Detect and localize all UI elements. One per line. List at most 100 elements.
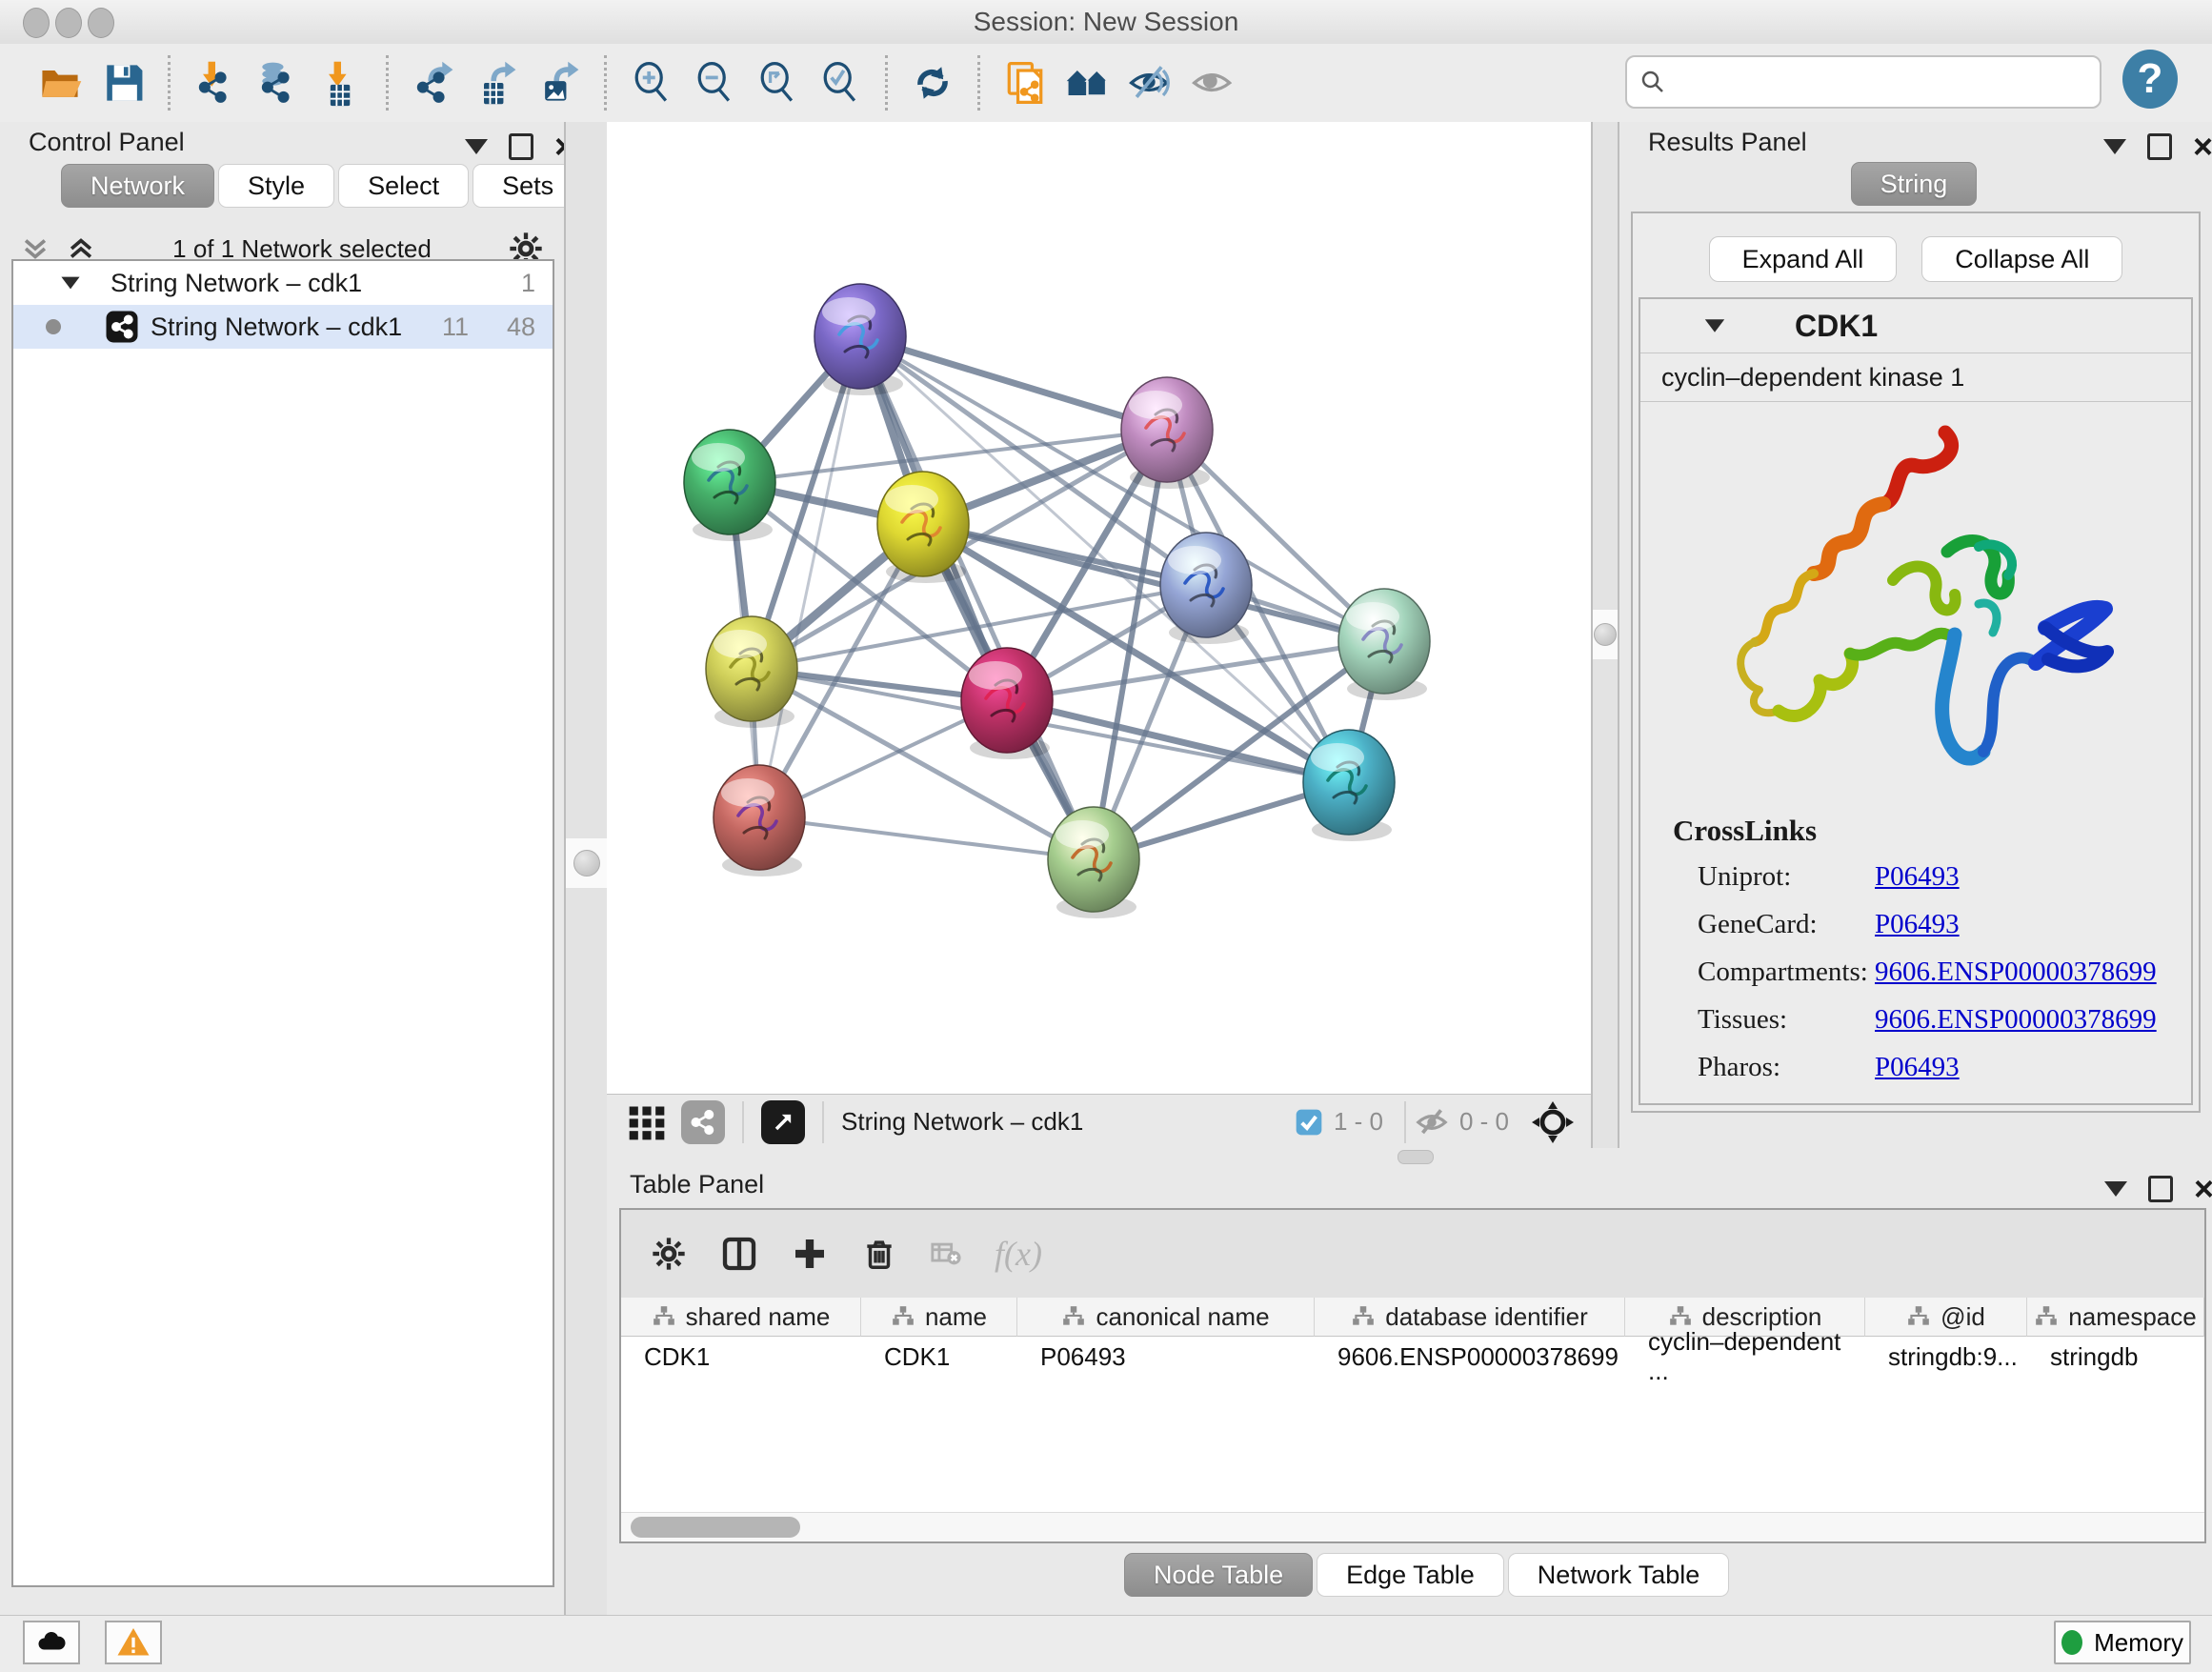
- float-panel-icon[interactable]: [2147, 133, 2172, 160]
- collapse-panel-icon[interactable]: [465, 139, 488, 154]
- help-button[interactable]: ?: [2122, 50, 2178, 109]
- node-result-name: CDK1: [1795, 309, 1878, 344]
- network-edge[interactable]: [759, 336, 860, 817]
- import-network-database-button[interactable]: [247, 52, 310, 113]
- warning-icon: [116, 1625, 151, 1660]
- crosslink-value-link[interactable]: P06493: [1875, 861, 1960, 893]
- table-cell[interactable]: CDK1: [621, 1337, 861, 1377]
- collapse-panel-icon[interactable]: [2103, 139, 2126, 154]
- column-header[interactable]: database identifier: [1315, 1298, 1625, 1337]
- network-edge[interactable]: [860, 336, 1094, 859]
- tab-network[interactable]: Network: [61, 164, 214, 208]
- zoom-fit-button[interactable]: [746, 52, 809, 113]
- crosshair-navigate-icon[interactable]: [1530, 1099, 1576, 1145]
- column-header[interactable]: @id: [1865, 1298, 2027, 1337]
- tab-style[interactable]: Style: [218, 164, 334, 208]
- show-columns-icon[interactable]: [720, 1235, 758, 1273]
- memory-button[interactable]: Memory: [2054, 1621, 2191, 1664]
- network-node-ccnb1[interactable]: [706, 616, 797, 728]
- add-column-icon[interactable]: [791, 1235, 829, 1273]
- splitter-handle[interactable]: [573, 850, 600, 876]
- left-splitter[interactable]: [564, 122, 609, 1615]
- export-image-button[interactable]: [528, 52, 591, 113]
- tab-edge-table[interactable]: Edge Table: [1317, 1553, 1504, 1597]
- share-network-icon[interactable]: [681, 1100, 725, 1144]
- collapse-entry-icon[interactable]: [1705, 319, 1724, 332]
- network-node-hist1h1a[interactable]: [714, 765, 805, 876]
- column-header[interactable]: canonical name: [1017, 1298, 1315, 1337]
- string-app-icon: [105, 310, 139, 344]
- table-row[interactable]: CDK1CDK1P064939606.ENSP00000378699cyclin…: [621, 1337, 2204, 1377]
- network-node-cdk1[interactable]: [877, 472, 969, 583]
- float-panel-icon[interactable]: [2148, 1176, 2173, 1202]
- network-node-rb1[interactable]: [1338, 589, 1430, 700]
- close-panel-icon[interactable]: ×: [2193, 137, 2212, 156]
- crosslink-value-link[interactable]: P06493: [1875, 909, 1960, 940]
- table-cell[interactable]: stringdb: [2027, 1337, 2204, 1377]
- open-session-button[interactable]: [29, 52, 91, 113]
- save-session-button[interactable]: [91, 52, 154, 113]
- network-node-cdkn1a[interactable]: [1303, 730, 1395, 841]
- network-node-ccna1[interactable]: [1121, 377, 1213, 489]
- tree-expand-icon[interactable]: [61, 277, 79, 290]
- zoom-out-button[interactable]: [683, 52, 746, 113]
- zoom-in-button[interactable]: [620, 52, 683, 113]
- table-panel-tabs: Node Table Edge Table Network Table: [1124, 1553, 1733, 1597]
- scrollbar-thumb[interactable]: [631, 1517, 800, 1538]
- refresh-view-button[interactable]: [901, 52, 964, 113]
- import-table-file-button[interactable]: [310, 52, 372, 113]
- search-input[interactable]: [1667, 67, 2100, 98]
- network-node-cdc25b[interactable]: [684, 430, 775, 541]
- network-node-ccne1[interactable]: [1048, 807, 1139, 918]
- selected-checkbox-icon[interactable]: [1294, 1107, 1324, 1138]
- table-cell[interactable]: CDK1: [861, 1337, 1017, 1377]
- network-edge[interactable]: [759, 817, 1094, 859]
- results-panel-title: Results Panel: [1648, 128, 1807, 157]
- network-node-cdc6[interactable]: [1160, 533, 1252, 644]
- grid-view-icon[interactable]: [626, 1101, 668, 1143]
- tab-string-results[interactable]: String: [1851, 162, 1978, 206]
- crosslink-row: Uniprot: P06493: [1673, 861, 2157, 893]
- collapse-all-button[interactable]: Collapse All: [1921, 236, 2122, 282]
- show-hidden-button[interactable]: [1182, 52, 1245, 113]
- column-header[interactable]: name: [861, 1298, 1017, 1337]
- warning-status-button[interactable]: [105, 1621, 162, 1664]
- hidden-eye-slash-icon[interactable]: [1414, 1104, 1450, 1140]
- houses-button[interactable]: [1056, 52, 1119, 113]
- birdseye-view-icon[interactable]: [761, 1100, 805, 1144]
- close-panel-icon[interactable]: ×: [2194, 1179, 2212, 1199]
- network-collection-row[interactable]: String Network – cdk1 1: [13, 261, 553, 305]
- delete-column-trash-icon[interactable]: [861, 1236, 897, 1272]
- zoom-selected-button[interactable]: [809, 52, 872, 113]
- table-settings-gear-icon[interactable]: [650, 1235, 688, 1273]
- expand-all-button[interactable]: Expand All: [1709, 236, 1898, 282]
- splitter-handle[interactable]: [1594, 623, 1617, 646]
- column-header[interactable]: shared name: [621, 1298, 861, 1337]
- cloud-status-button[interactable]: [23, 1621, 80, 1664]
- export-network-button[interactable]: [402, 52, 465, 113]
- crosslink-value-link[interactable]: P06493: [1875, 1052, 1960, 1083]
- import-network-file-button[interactable]: [184, 52, 247, 113]
- column-header[interactable]: namespace: [2027, 1298, 2204, 1337]
- table-cell[interactable]: P06493: [1017, 1337, 1315, 1377]
- documents-share-button[interactable]: [994, 52, 1056, 113]
- float-panel-icon[interactable]: [509, 133, 533, 160]
- crosslink-value-link[interactable]: 9606.ENSP00000378699: [1875, 1004, 2157, 1036]
- network-row-selected[interactable]: String Network – cdk1 11 48: [13, 305, 553, 349]
- table-horizontal-scrollbar[interactable]: [621, 1512, 2204, 1541]
- network-edge[interactable]: [860, 336, 1167, 430]
- crosslink-value-link[interactable]: 9606.ENSP00000378699: [1875, 957, 2157, 988]
- network-canvas[interactable]: CCNB2 CCNA1 CDC25B CDK1 CDC6 RB1 CCNB1: [607, 122, 1591, 1094]
- table-cell[interactable]: 9606.ENSP00000378699: [1315, 1337, 1625, 1377]
- hide-selected-button[interactable]: [1119, 52, 1182, 113]
- collapse-panel-icon[interactable]: [2104, 1181, 2127, 1197]
- export-table-button[interactable]: [465, 52, 528, 113]
- table-cell[interactable]: stringdb:9...: [1865, 1337, 2027, 1377]
- tab-network-table[interactable]: Network Table: [1508, 1553, 1730, 1597]
- network-node-ccna2[interactable]: [961, 648, 1053, 759]
- tab-node-table[interactable]: Node Table: [1124, 1553, 1313, 1597]
- network-node-ccnb2[interactable]: [814, 284, 906, 395]
- node-result-header[interactable]: CDK1: [1640, 299, 2191, 353]
- table-cell[interactable]: cyclin–dependent ...: [1625, 1337, 1865, 1377]
- tab-select[interactable]: Select: [338, 164, 469, 208]
